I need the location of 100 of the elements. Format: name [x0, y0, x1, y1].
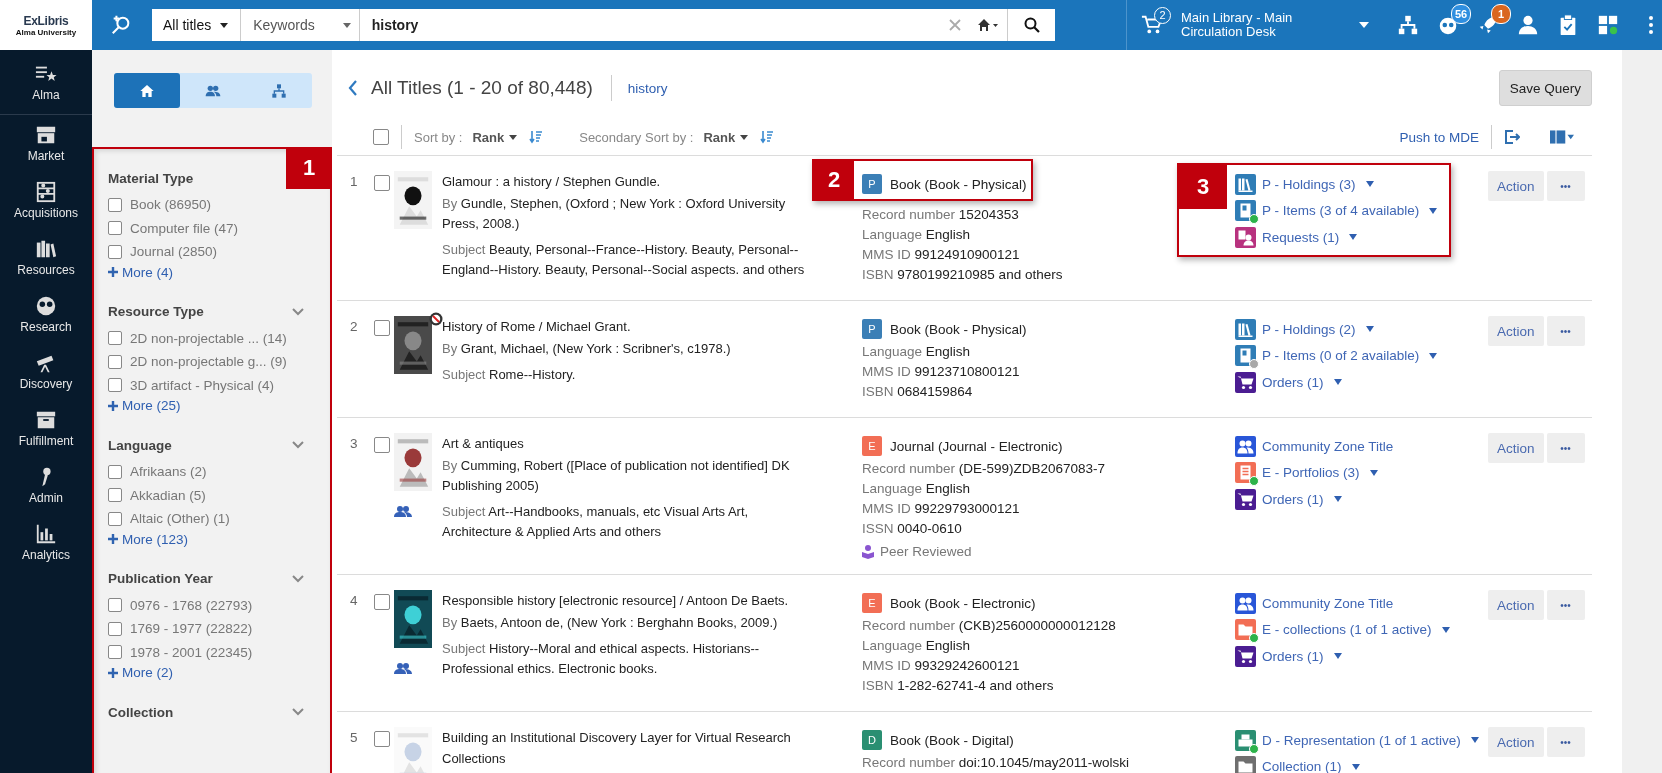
- caret-icon[interactable]: [1333, 379, 1342, 386]
- export-icon[interactable]: [1504, 129, 1520, 145]
- sort-order-icon[interactable]: [760, 130, 775, 144]
- inventory-link[interactable]: P - Items (0 of 2 available): [1262, 348, 1420, 364]
- more-button[interactable]: •••: [1546, 433, 1585, 463]
- caret-icon[interactable]: [1429, 207, 1438, 214]
- facet-option[interactable]: Afrikaans (2): [130, 464, 207, 480]
- facet-option[interactable]: 3D artifact - Physical (4): [130, 377, 275, 393]
- checkbox[interactable]: [108, 488, 122, 503]
- checkbox[interactable]: [108, 221, 122, 236]
- caret-icon[interactable]: [1365, 181, 1374, 188]
- action-button[interactable]: Action: [1488, 171, 1544, 201]
- facet-option[interactable]: Altaic (Other) (1): [130, 511, 230, 527]
- title-link[interactable]: Glamour : a history / Stephen Gundle.: [442, 171, 661, 192]
- facet-option[interactable]: 0976 - 1768 (22793): [130, 597, 253, 613]
- facet-option[interactable]: Computer file (47): [130, 220, 239, 236]
- inventory-link[interactable]: P - Items (3 of 4 available): [1262, 203, 1420, 219]
- hierarchy-icon[interactable]: [1397, 14, 1419, 36]
- facet-option[interactable]: 1769 - 1977 (22822): [130, 621, 253, 637]
- nav-item[interactable]: Market: [0, 115, 92, 172]
- caret-icon[interactable]: [1349, 234, 1358, 241]
- action-button[interactable]: Action: [1488, 727, 1544, 757]
- more-button[interactable]: •••: [1546, 727, 1585, 757]
- checkbox[interactable]: [108, 378, 122, 393]
- title-link[interactable]: Art & antiques: [442, 433, 524, 454]
- inventory-link[interactable]: E - collections (1 of 1 active): [1262, 622, 1432, 638]
- field-dropdown[interactable]: Keywords: [241, 9, 360, 41]
- facet-option[interactable]: 2D non-projectable ... (14): [130, 330, 287, 346]
- inventory-link[interactable]: D - Representation (1 of 1 active): [1262, 732, 1461, 748]
- action-button[interactable]: Action: [1488, 316, 1544, 346]
- row-checkbox[interactable]: [374, 320, 390, 336]
- nav-item[interactable]: Discovery: [0, 343, 92, 400]
- inventory-link[interactable]: P - Holdings (3): [1262, 176, 1356, 192]
- widgets-icon[interactable]: [1597, 14, 1619, 36]
- checkbox[interactable]: [108, 354, 122, 369]
- home-dropdown-icon[interactable]: [977, 18, 999, 32]
- chevron-icon[interactable]: [292, 307, 304, 316]
- facet-option[interactable]: Book (86950): [130, 197, 212, 213]
- secondary-sort-dropdown[interactable]: Rank: [703, 129, 749, 145]
- title-link[interactable]: History of Rome / Michael Grant.: [442, 316, 631, 337]
- checkbox[interactable]: [108, 621, 122, 636]
- push-to-mde-link[interactable]: Push to MDE: [1399, 129, 1479, 145]
- checkbox[interactable]: [108, 331, 122, 346]
- more-link[interactable]: More (123): [122, 531, 189, 547]
- nav-item[interactable]: Acquisitions: [0, 172, 92, 229]
- nav-item[interactable]: Analytics: [0, 514, 92, 571]
- caret-icon[interactable]: [1333, 653, 1342, 660]
- facet-option[interactable]: Akkadian (5): [130, 487, 206, 503]
- facet-option[interactable]: 2D non-projectable g... (9): [130, 354, 287, 370]
- nav-item[interactable]: Research: [0, 286, 92, 343]
- title-link[interactable]: Building an Institutional Discovery Layer for Virtual Research Collections: [442, 727, 814, 769]
- clear-icon[interactable]: [949, 19, 961, 31]
- caret-icon[interactable]: [1369, 469, 1378, 476]
- checkbox[interactable]: [108, 511, 122, 526]
- inventory-link[interactable]: Orders (1): [1262, 374, 1324, 390]
- kebab-menu-icon[interactable]: [1649, 16, 1653, 34]
- chevron-icon[interactable]: [292, 708, 304, 716]
- caret-icon[interactable]: [1359, 22, 1369, 28]
- row-checkbox[interactable]: [374, 594, 390, 610]
- search-input[interactable]: history: [359, 9, 949, 41]
- more-button[interactable]: •••: [1546, 316, 1585, 346]
- checkbox[interactable]: [108, 645, 122, 660]
- more-link[interactable]: More (2): [122, 665, 173, 680]
- inventory-link[interactable]: P - Holdings (2): [1262, 321, 1356, 337]
- inventory-link[interactable]: E - Portfolios (3): [1262, 465, 1360, 481]
- columns-icon[interactable]: [1550, 129, 1574, 145]
- more-button[interactable]: •••: [1546, 171, 1585, 201]
- inventory-link[interactable]: Requests (1): [1262, 229, 1340, 245]
- more-link[interactable]: More (25): [122, 398, 181, 413]
- row-checkbox[interactable]: [374, 437, 390, 453]
- title-link[interactable]: Responsible history [electronic resource] / Antoon De Baets.: [442, 590, 789, 611]
- caret-icon[interactable]: [1351, 763, 1360, 770]
- facet-option[interactable]: Journal (2850): [130, 244, 218, 260]
- select-all-checkbox[interactable]: [373, 129, 389, 145]
- save-query-button[interactable]: Save Query: [1498, 70, 1592, 106]
- checkbox[interactable]: [108, 244, 122, 259]
- more-link[interactable]: More (4): [122, 264, 173, 280]
- scope-dropdown[interactable]: All titles: [152, 9, 242, 41]
- checkbox[interactable]: [108, 464, 122, 479]
- chevron-icon[interactable]: [292, 441, 304, 449]
- action-button[interactable]: Action: [1488, 433, 1544, 463]
- back-icon[interactable]: [348, 79, 358, 97]
- facet-option[interactable]: 1978 - 2001 (22345): [130, 644, 253, 660]
- sort-dropdown[interactable]: Rank: [472, 129, 518, 145]
- row-checkbox[interactable]: [374, 175, 390, 191]
- inventory-link[interactable]: Orders (1): [1262, 491, 1324, 507]
- more-button[interactable]: •••: [1546, 590, 1585, 620]
- action-button[interactable]: Action: [1488, 590, 1544, 620]
- query-link[interactable]: history: [627, 80, 668, 96]
- caret-icon[interactable]: [1441, 626, 1450, 633]
- caret-icon[interactable]: [1365, 326, 1374, 333]
- search-button[interactable]: [1007, 9, 1055, 41]
- sort-order-icon[interactable]: [529, 130, 544, 144]
- caret-icon[interactable]: [1333, 496, 1342, 503]
- location-dropdown[interactable]: Main Library - Main Circulation Desk: [1181, 11, 1351, 39]
- caret-icon[interactable]: [1470, 737, 1479, 744]
- inventory-link[interactable]: Community Zone Title: [1262, 438, 1394, 454]
- caret-icon[interactable]: [1429, 352, 1438, 359]
- add-search-icon[interactable]: [110, 14, 132, 36]
- person-icon[interactable]: [1517, 14, 1539, 36]
